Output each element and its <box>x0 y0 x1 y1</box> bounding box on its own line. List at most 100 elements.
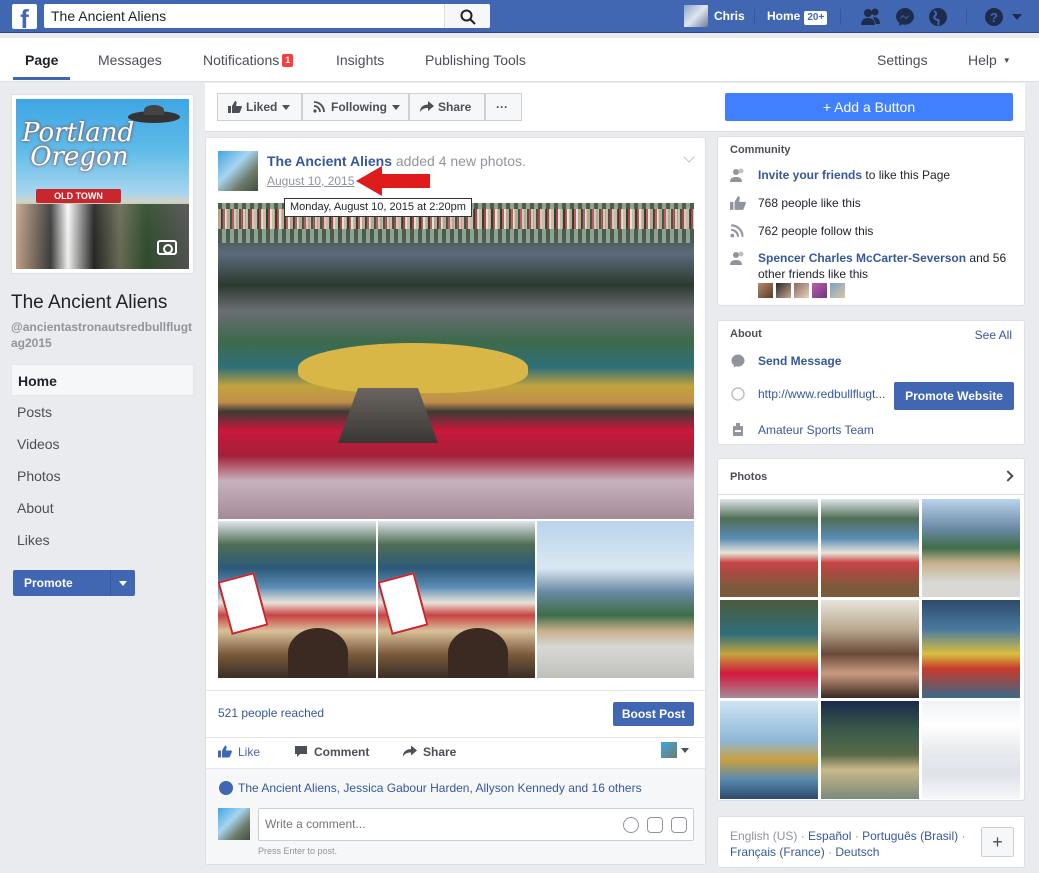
tab-insights[interactable]: Insights <box>336 52 384 68</box>
avatar <box>218 808 250 840</box>
left-nav-about[interactable]: About <box>11 492 194 524</box>
languages-section: English (US) · Español · Português (Bras… <box>717 816 1025 868</box>
language-list: English (US) · Español · Português (Bras… <box>730 828 970 860</box>
friend-requests-icon[interactable] <box>860 6 882 28</box>
left-nav-home[interactable]: Home <box>11 364 194 396</box>
website-row: http://www.redbullflugt... <box>730 386 885 402</box>
add-language-button[interactable]: + <box>981 827 1014 857</box>
tab-page[interactable]: Page <box>25 52 58 68</box>
profile-picture[interactable]: Portland Oregon OLD TOWN <box>11 94 194 274</box>
photo-thumbnail[interactable] <box>821 600 919 698</box>
post-photo-3[interactable] <box>378 521 535 678</box>
invite-row: Invite your friends to like this Page <box>730 167 950 183</box>
account-menu-icon[interactable] <box>1010 10 1024 24</box>
add-a-button[interactable]: + Add a Button <box>725 93 1013 121</box>
sticker-icon[interactable] <box>671 817 687 833</box>
search-box[interactable] <box>44 4 490 28</box>
messenger-icon[interactable] <box>894 6 916 28</box>
camera-icon[interactable] <box>647 817 663 833</box>
reach-count[interactable]: 521 people reached <box>218 706 324 720</box>
follows-row: 762 people follow this <box>730 223 873 239</box>
boost-post-button[interactable]: Boost Post <box>613 702 694 726</box>
friend-avatars <box>758 283 845 298</box>
friend-avatar[interactable] <box>794 283 809 298</box>
friend-link[interactable]: Spencer Charles McCarter-Severson <box>758 251 966 265</box>
comment-box[interactable] <box>258 808 694 841</box>
comment-input[interactable] <box>259 809 599 839</box>
more-options-button[interactable]: ··· <box>485 93 522 121</box>
post-actions: Like Comment Share <box>206 738 705 768</box>
home-link[interactable]: Home 20+ <box>767 9 828 25</box>
left-nav-photos[interactable]: Photos <box>11 460 194 492</box>
chevron-right-icon[interactable] <box>1002 470 1014 482</box>
liked-button[interactable]: Liked <box>217 93 302 121</box>
chevron-down-icon[interactable] <box>119 581 127 586</box>
post-as-selector[interactable] <box>661 742 689 758</box>
camera-icon[interactable] <box>157 240 177 255</box>
facebook-logo-icon[interactable]: f <box>12 4 37 29</box>
invite-text: to like this Page <box>862 168 951 182</box>
avatar <box>684 5 708 27</box>
emoji-icon[interactable] <box>623 817 639 833</box>
tab-notifications[interactable]: Notifications 1 <box>203 52 294 68</box>
following-button[interactable]: Following <box>302 93 409 121</box>
post-reach-bar: 521 people reached Boost Post <box>206 690 705 738</box>
left-nav-likes[interactable]: Likes <box>11 524 194 556</box>
share-page-button[interactable]: Share <box>409 93 485 121</box>
community-title: Community <box>730 144 791 156</box>
share-label: Share <box>438 100 472 114</box>
search-button[interactable] <box>444 4 490 28</box>
photo-thumbnail[interactable] <box>821 701 919 799</box>
share-button[interactable]: Share <box>403 745 456 759</box>
left-nav: Home Posts Videos Photos About Likes <box>11 364 194 556</box>
search-input[interactable] <box>44 4 444 28</box>
website-link[interactable]: http://www.redbullflugt... <box>758 387 885 401</box>
friend-avatar[interactable] <box>776 283 791 298</box>
like-button[interactable]: Like <box>218 745 260 759</box>
photo-thumbnail[interactable] <box>720 701 818 799</box>
friend-avatar[interactable] <box>830 283 845 298</box>
post-photo-main[interactable] <box>218 203 694 519</box>
tab-help[interactable]: Help ▼ <box>968 52 1011 68</box>
photo-thumbnail[interactable] <box>720 499 818 597</box>
friend-avatar[interactable] <box>758 283 773 298</box>
photo-thumbnail[interactable] <box>720 600 818 698</box>
language-link[interactable]: Português (Brasil) <box>862 829 958 843</box>
left-nav-videos[interactable]: Videos <box>11 428 194 460</box>
photos-header[interactable]: Photos <box>718 459 1024 495</box>
chevron-down-icon[interactable] <box>683 151 695 163</box>
help-icon[interactable]: ? <box>983 6 1005 28</box>
community-section: Community Invite your friends to like th… <box>717 136 1025 306</box>
post-photo-2[interactable] <box>218 521 376 678</box>
see-all-link[interactable]: See All <box>975 328 1012 342</box>
post-author-avatar[interactable] <box>218 151 258 191</box>
photo-thumbnail[interactable] <box>922 499 1020 597</box>
language-link[interactable]: Deutsch <box>835 845 879 859</box>
post-timestamp[interactable]: August 10, 2015 <box>267 174 354 188</box>
friend-avatar[interactable] <box>812 283 827 298</box>
flag-graphic <box>218 572 269 635</box>
promote-button[interactable]: Promote <box>13 570 135 596</box>
category-link[interactable]: Amateur Sports Team <box>758 423 874 437</box>
comment-button[interactable]: Comment <box>294 745 369 759</box>
tab-settings[interactable]: Settings <box>877 52 928 68</box>
invite-friends-link[interactable]: Invite your friends <box>758 168 862 182</box>
post-photo-4[interactable] <box>537 521 694 678</box>
language-link[interactable]: Español <box>808 829 851 843</box>
page-username[interactable]: @ancientastronautsredbullflugtag2015 <box>11 319 194 351</box>
likes-list[interactable]: The Ancient Aliens, Jessica Gabour Harde… <box>238 781 642 795</box>
photo-thumbnail[interactable] <box>821 499 919 597</box>
post-likes-summary: The Ancient Aliens, Jessica Gabour Harde… <box>206 768 705 806</box>
promote-website-button[interactable]: Promote Website <box>894 382 1014 410</box>
globe-icon[interactable] <box>927 6 949 28</box>
profile-link[interactable]: Chris <box>684 5 745 27</box>
language-link[interactable]: Français (France) <box>730 845 825 859</box>
send-message-link[interactable]: Send Message <box>758 354 841 368</box>
tab-publishing-tools[interactable]: Publishing Tools <box>425 52 526 68</box>
messenger-icon <box>731 354 745 368</box>
tab-notifications-label: Notifications <box>203 52 280 68</box>
photo-thumbnail[interactable] <box>922 701 1020 799</box>
tab-messages[interactable]: Messages <box>98 52 162 68</box>
left-nav-posts[interactable]: Posts <box>11 396 194 428</box>
photo-thumbnail[interactable] <box>922 600 1020 698</box>
